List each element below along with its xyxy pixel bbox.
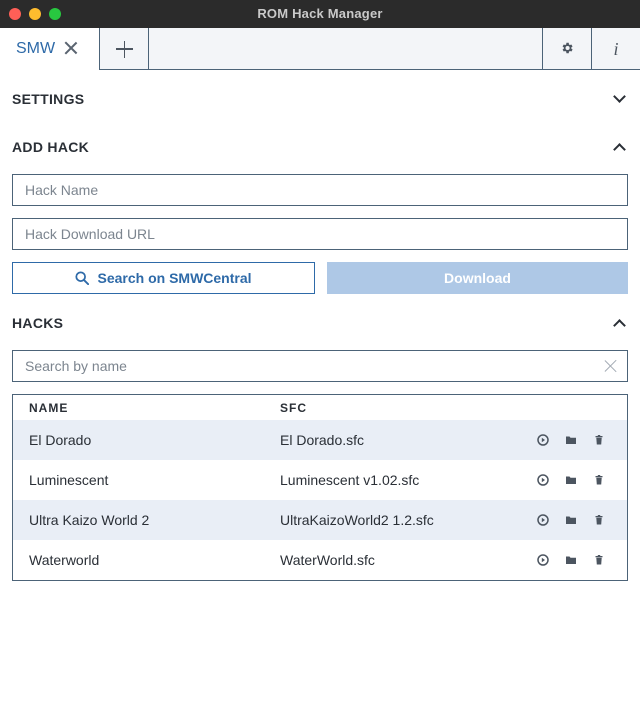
table-row: Waterworld WaterWorld.sfc [13, 540, 627, 580]
trash-icon [595, 515, 603, 525]
window-title: ROM Hack Manager [257, 6, 383, 21]
hacks-title: HACKS [12, 315, 64, 331]
hack-search-field[interactable] [12, 350, 628, 382]
open-folder-button[interactable] [565, 434, 577, 446]
tab-label: SMW [16, 40, 56, 57]
sfc-file-cell: Luminescent v1.02.sfc [280, 472, 420, 488]
hack-name-cell: Luminescent [29, 472, 109, 488]
hack-name-input[interactable] [13, 175, 627, 205]
settings-button[interactable] [542, 28, 591, 70]
hack-name-cell: Waterworld [29, 552, 100, 568]
hack-name-field[interactable] [12, 174, 628, 206]
hack-url-input[interactable] [13, 219, 627, 249]
hack-name-cell: Ultra Kaizo World 2 [29, 512, 150, 528]
folder-icon [566, 516, 576, 524]
play-button[interactable] [537, 474, 549, 486]
table-row: Ultra Kaizo World 2 UltraKaizoWorld2 1.2… [13, 500, 627, 540]
column-header-name[interactable]: NAME [29, 401, 68, 415]
delete-button[interactable] [593, 434, 605, 446]
chevron-down-icon [613, 90, 626, 103]
open-folder-button[interactable] [565, 474, 577, 486]
title-bar: ROM Hack Manager [0, 0, 640, 28]
play-icon [537, 434, 549, 446]
hacks-section-header[interactable]: HACKS [12, 314, 628, 334]
trash-icon [595, 475, 603, 485]
add-hack-section-header[interactable]: ADD HACK [12, 138, 628, 158]
hack-name-cell: El Dorado [29, 432, 92, 448]
search-smwcentral-button[interactable]: Search on SMWCentral [12, 262, 315, 294]
search-icon [75, 271, 90, 285]
chevron-up-icon [613, 319, 626, 332]
table-header: NAME SFC [13, 395, 627, 420]
hack-url-field[interactable] [12, 218, 628, 250]
info-icon: i [613, 39, 619, 59]
trash-icon [595, 435, 603, 445]
search-input[interactable] [13, 351, 627, 381]
add-hack-title: ADD HACK [12, 139, 90, 155]
play-button[interactable] [537, 514, 549, 526]
table-row: Luminescent Luminescent v1.02.sfc [13, 460, 627, 500]
open-folder-button[interactable] [565, 514, 577, 526]
play-button[interactable] [537, 434, 549, 446]
play-icon [537, 554, 549, 566]
add-tab-button[interactable] [100, 28, 149, 70]
download-button-label: Download [444, 270, 511, 286]
download-button[interactable]: Download [327, 262, 628, 294]
settings-title: SETTINGS [12, 91, 85, 107]
chevron-up-icon [613, 143, 626, 156]
tab-bar: SMW i [0, 28, 640, 70]
gear-icon [562, 42, 573, 54]
close-icon[interactable] [63, 40, 79, 56]
play-icon [537, 514, 549, 526]
table-row: El Dorado El Dorado.sfc [13, 420, 627, 460]
clear-icon[interactable] [604, 359, 618, 373]
delete-button[interactable] [593, 554, 605, 566]
delete-button[interactable] [593, 474, 605, 486]
play-icon [537, 474, 549, 486]
search-button-label: Search on SMWCentral [97, 270, 252, 286]
sfc-file-cell: El Dorado.sfc [280, 432, 365, 448]
play-button[interactable] [537, 554, 549, 566]
sfc-file-cell: UltraKaizoWorld2 1.2.sfc [280, 512, 434, 528]
info-button[interactable]: i [591, 28, 640, 70]
folder-icon [566, 436, 576, 444]
folder-icon [566, 476, 576, 484]
delete-button[interactable] [593, 514, 605, 526]
tab-smw[interactable]: SMW [0, 28, 100, 70]
settings-section-header[interactable]: SETTINGS [12, 90, 628, 110]
open-folder-button[interactable] [565, 554, 577, 566]
column-header-sfc[interactable]: SFC [280, 401, 307, 415]
hacks-table: NAME SFC El Dorado El Dorado.sfc Lumines… [12, 394, 628, 581]
trash-icon [595, 555, 603, 565]
sfc-file-cell: WaterWorld.sfc [280, 552, 375, 568]
folder-icon [566, 556, 576, 564]
